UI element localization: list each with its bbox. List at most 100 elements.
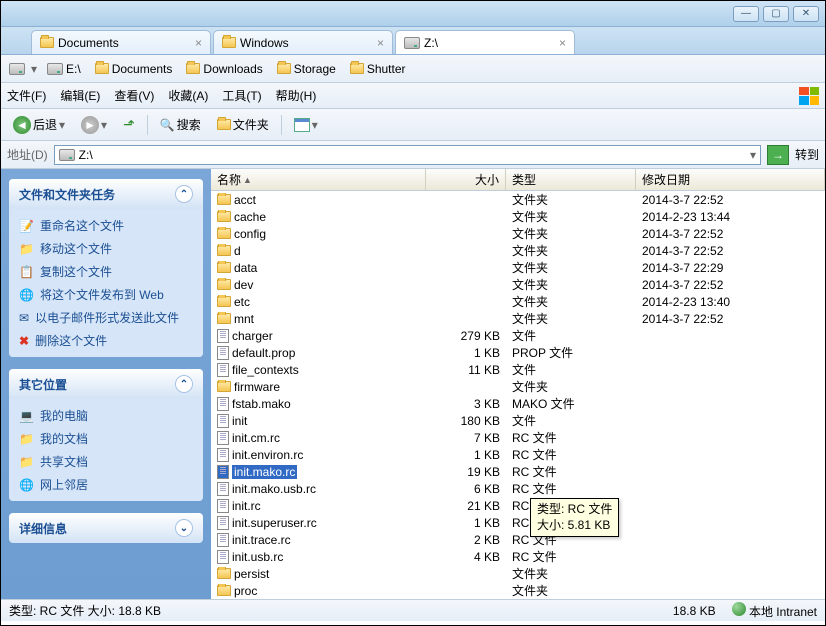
column-size[interactable]: 大小 <box>426 169 506 190</box>
file-name: dev <box>234 278 253 292</box>
folders-button[interactable]: 文件夹 <box>213 114 273 135</box>
column-date[interactable]: 修改日期 <box>636 169 825 190</box>
file-row[interactable]: default.prop1 KBPROP 文件 <box>211 344 825 361</box>
search-button[interactable]: 🔍搜索 <box>156 114 205 135</box>
file-size: 180 KB <box>426 414 506 428</box>
file-row[interactable]: etc文件夹2014-2-23 13:40 <box>211 293 825 310</box>
place-item[interactable]: 📁我的文档 <box>19 430 193 447</box>
file-row[interactable]: init180 KB文件 <box>211 412 825 429</box>
folder-icon <box>95 63 109 74</box>
place-item[interactable]: 🌐网上邻居 <box>19 476 193 493</box>
task-item[interactable]: 📁移动这个文件 <box>19 240 193 257</box>
file-size: 6 KB <box>426 482 506 496</box>
tab-close[interactable]: × <box>559 36 566 50</box>
other-places-header[interactable]: 其它位置 ⌃ <box>9 369 203 399</box>
file-row[interactable]: init.rc21 KBRC 文件 <box>211 497 825 514</box>
quick-link[interactable]: Storage <box>273 60 340 78</box>
file-type: RC 文件 <box>506 446 636 463</box>
menu-favorites[interactable]: 收藏(A) <box>168 87 208 104</box>
details-header[interactable]: 详细信息 ⌄ <box>9 513 203 543</box>
file-name: init.cm.rc <box>232 431 280 445</box>
file-row[interactable]: d文件夹2014-3-7 22:52 <box>211 242 825 259</box>
file-row[interactable]: cache文件夹2014-2-23 13:44 <box>211 208 825 225</box>
file-size: 1 KB <box>426 346 506 360</box>
tab[interactable]: Windows× <box>213 30 393 54</box>
file-row[interactable]: charger279 KB文件 <box>211 327 825 344</box>
file-name: file_contexts <box>232 363 299 377</box>
menu-edit[interactable]: 编辑(E) <box>60 87 100 104</box>
menu-tools[interactable]: 工具(T) <box>222 87 261 104</box>
sidebar: 文件和文件夹任务 ⌃ 📝重命名这个文件 📁移动这个文件 📋复制这个文件 🌐将这个文件发… <box>1 169 211 599</box>
menu-file[interactable]: 文件(F) <box>7 87 46 104</box>
file-row[interactable]: init.mako.usb.rc6 KBRC 文件 <box>211 480 825 497</box>
column-name[interactable]: 名称▲ <box>211 169 426 190</box>
folder-icon <box>217 262 231 273</box>
tab[interactable]: Z:\ × <box>395 30 575 54</box>
place-item[interactable]: 📁共享文档 <box>19 453 193 470</box>
file-type: RC 文件 <box>506 480 636 497</box>
task-item[interactable]: 📝重命名这个文件 <box>19 217 193 234</box>
task-item[interactable]: 📋复制这个文件 <box>19 263 193 280</box>
quick-link[interactable]: E:\ <box>43 60 85 78</box>
address-dropdown[interactable]: ▾ <box>750 148 756 162</box>
drive-icon <box>9 63 25 75</box>
tab[interactable]: Documents × <box>31 30 211 54</box>
views-button[interactable]: ▾ <box>290 116 322 134</box>
file-row[interactable]: init.usb.rc4 KBRC 文件 <box>211 548 825 565</box>
tab-label: Documents <box>58 36 119 50</box>
quick-link[interactable]: Shutter <box>346 60 410 78</box>
file-row[interactable]: proc文件夹 <box>211 582 825 599</box>
menu-help[interactable]: 帮助(H) <box>276 87 317 104</box>
file-row[interactable]: file_contexts11 KB文件 <box>211 361 825 378</box>
file-row[interactable]: init.environ.rc1 KBRC 文件 <box>211 446 825 463</box>
close-button[interactable]: ✕ <box>793 6 819 22</box>
file-row[interactable]: acct文件夹2014-3-7 22:52 <box>211 191 825 208</box>
file-row[interactable]: data文件夹2014-3-7 22:29 <box>211 259 825 276</box>
task-item[interactable]: 🌐将这个文件发布到 Web <box>19 286 193 303</box>
file-icon <box>217 363 229 377</box>
tasks-panel-header[interactable]: 文件和文件夹任务 ⌃ <box>9 179 203 209</box>
task-icon: 📋 <box>19 265 34 279</box>
maximize-button[interactable]: ▢ <box>763 6 789 22</box>
forward-button[interactable]: ► ▾ <box>77 114 111 136</box>
task-item[interactable]: ✖删除这个文件 <box>19 332 193 349</box>
up-button[interactable]: ⬏ <box>119 114 139 135</box>
globe-icon <box>732 602 746 616</box>
file-type: MAKO 文件 <box>506 395 636 412</box>
file-row[interactable]: init.cm.rc7 KBRC 文件 <box>211 429 825 446</box>
file-row[interactable]: mnt文件夹2014-3-7 22:52 <box>211 310 825 327</box>
tab-close[interactable]: × <box>195 36 202 50</box>
minimize-button[interactable]: — <box>733 6 759 22</box>
file-name: default.prop <box>232 346 295 360</box>
file-date: 2014-3-7 22:52 <box>636 312 825 326</box>
file-icon <box>217 448 229 462</box>
file-row[interactable]: dev文件夹2014-3-7 22:52 <box>211 276 825 293</box>
file-size: 11 KB <box>426 363 506 377</box>
collapse-icon: ⌃ <box>175 185 193 203</box>
quick-link[interactable]: Documents <box>91 60 177 78</box>
place-icon: 📁 <box>19 455 34 469</box>
tab-close[interactable]: × <box>377 36 384 50</box>
file-row[interactable]: persist文件夹 <box>211 565 825 582</box>
tab-bar: Documents×Windows×Z:\× <box>1 27 825 55</box>
address-input[interactable]: Z:\ ▾ <box>54 145 761 165</box>
file-row[interactable]: firmware文件夹 <box>211 378 825 395</box>
quick-link[interactable]: Downloads <box>182 60 266 78</box>
file-type: RC 文件 <box>506 463 636 480</box>
place-item[interactable]: 💻我的电脑 <box>19 407 193 424</box>
back-button[interactable]: ◄ 后退▾ <box>9 114 69 136</box>
menu-view[interactable]: 查看(V) <box>114 87 154 104</box>
go-button[interactable]: → <box>767 145 789 165</box>
file-row[interactable]: init.mako.rc19 KBRC 文件 <box>211 463 825 480</box>
tab-label: Z:\ <box>424 36 438 50</box>
file-row[interactable]: init.superuser.rc1 KBRC 文件 <box>211 514 825 531</box>
folder-icon <box>222 37 236 48</box>
file-row[interactable]: config文件夹2014-3-7 22:52 <box>211 225 825 242</box>
file-row[interactable]: fstab.mako3 KBMAKO 文件 <box>211 395 825 412</box>
file-row[interactable]: init.trace.rc2 KBRC 文件 <box>211 531 825 548</box>
column-type[interactable]: 类型 <box>506 169 636 190</box>
task-icon: 🌐 <box>19 288 34 302</box>
task-item[interactable]: ✉以电子邮件形式发送此文件 <box>19 309 193 326</box>
file-size: 1 KB <box>426 448 506 462</box>
navigation-toolbar: ◄ 后退▾ ► ▾ ⬏ 🔍搜索 文件夹 ▾ <box>1 109 825 141</box>
